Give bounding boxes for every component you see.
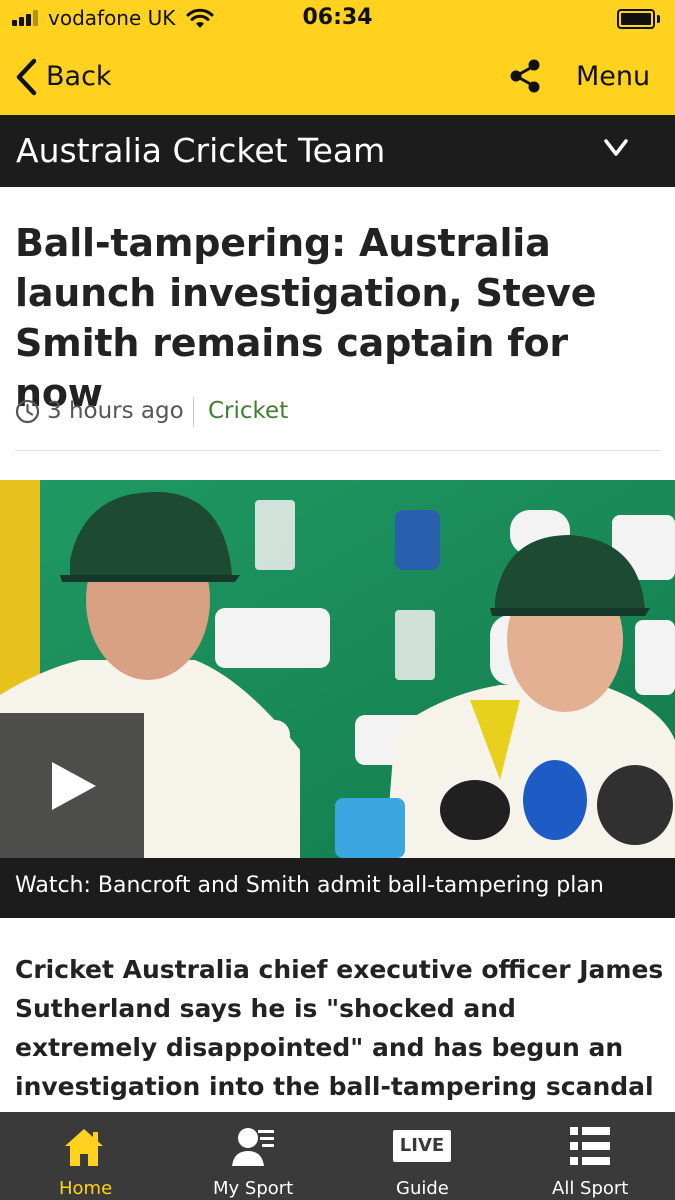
home-icon [65,1129,103,1166]
chevron-down-icon[interactable] [602,138,630,158]
back-button[interactable]: Back [46,61,112,92]
topic-title: Australia Cricket Team [16,131,386,170]
tab-my-sport-label: My Sport [213,1178,294,1199]
my-sport-icon [232,1128,274,1166]
play-icon [52,762,96,810]
tab-guide-label: Guide [396,1178,449,1199]
nav-bar: Back Menu [0,40,675,115]
clock-icon [15,399,40,424]
all-sport-icon [570,1127,610,1165]
tab-home-label: Home [59,1178,113,1199]
status-time: 06:34 [302,5,373,30]
live-guide-icon: LIVE [393,1130,451,1162]
tab-all-sport-label: All Sport [552,1178,629,1199]
tab-guide[interactable]: LIVE Guide [337,1112,506,1200]
article-headline: Ball-tampering: Australia launch investi… [15,221,597,415]
share-icon[interactable] [506,57,544,95]
back-chevron-icon[interactable] [14,58,38,96]
tab-my-sport[interactable]: My Sport [168,1112,337,1200]
menu-button[interactable]: Menu [576,61,650,92]
status-bar: vodafone UK 06:34 [0,0,675,40]
tab-all-sport[interactable]: All Sport [506,1112,675,1200]
article-topic-link[interactable]: Cricket [208,398,288,424]
tab-home[interactable]: Home [0,1112,168,1200]
battery-cap [657,15,660,23]
article-meta: 3 hours ago Cricket [15,397,661,427]
meta-divider-rule [15,450,661,451]
play-button[interactable] [0,713,144,858]
meta-divider [193,397,194,427]
video-caption-bar: Watch: Bancroft and Smith admit ball-tam… [0,858,675,918]
topic-bar[interactable]: Australia Cricket Team [0,115,675,187]
article-timestamp: 3 hours ago [47,398,184,424]
tab-bar: Home My Sport LIVE Guide All Sport [0,1112,675,1200]
video-caption: Watch: Bancroft and Smith admit ball-tam… [15,873,604,898]
battery-icon [617,9,655,29]
